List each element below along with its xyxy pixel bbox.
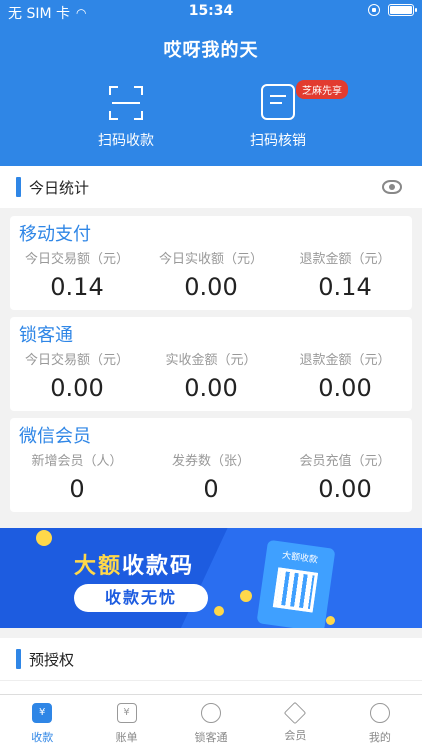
user-icon <box>369 703 390 723</box>
card-title: 微信会员 <box>19 426 91 447</box>
coin-icon <box>36 530 52 546</box>
sesame-badge: 芝麻先享 <box>296 80 348 99</box>
stat-value: 0.00 <box>184 374 238 402</box>
stat-label: 发券数（张） <box>171 454 250 469</box>
bill-icon: ¥ <box>116 703 137 723</box>
lock-customer-card[interactable]: 锁客通 今日交易额（元） 0.00 实收金额（元） 0.00 退款金额（元） 0.00 <box>10 317 412 411</box>
status-bar: 无 SIM 卡 ◠ 15:34 <box>0 0 422 24</box>
yuan-icon: ¥ <box>32 703 53 723</box>
coin-icon <box>240 590 252 602</box>
eye-icon[interactable] <box>382 180 402 194</box>
clock: 15:34 <box>188 3 234 19</box>
section-marker <box>16 649 21 669</box>
tab-label: 我的 <box>368 731 391 744</box>
stat-label: 今日交易额（元） <box>24 252 129 267</box>
tab-lock-customer[interactable]: 锁客通 <box>169 695 253 750</box>
scan-icon <box>109 86 143 120</box>
card-title: 锁客通 <box>19 325 73 346</box>
orientation-lock-icon <box>368 4 380 16</box>
stat-label: 会员充值（元） <box>299 454 391 469</box>
scan-verify-label: 扫码核销 <box>250 133 306 149</box>
tab-member[interactable]: 会员 <box>253 695 337 750</box>
tab-label: 锁客通 <box>194 731 228 744</box>
stat-label: 实收金额（元） <box>165 353 257 368</box>
scan-verify-button[interactable]: 芝麻先享 扫码核销 <box>208 80 348 150</box>
stat-value: 0 <box>69 475 85 503</box>
stat-value: 0.00 <box>184 273 238 301</box>
card-title: 移动支付 <box>19 224 91 245</box>
tab-label: 会员 <box>284 729 307 742</box>
stat-label: 今日实收额（元） <box>158 252 263 267</box>
tab-label: 收款 <box>31 731 54 744</box>
scan-collect-label: 扫码收款 <box>98 133 154 149</box>
stat-value: 0.00 <box>50 374 104 402</box>
drop-icon <box>201 703 222 723</box>
qr-card-label: 大额收款 <box>281 550 319 566</box>
preauth-title: 预授权 <box>29 650 75 669</box>
tab-mine[interactable]: 我的 <box>338 695 422 750</box>
stat-value: 0.00 <box>318 475 372 503</box>
banner-pill: 收款无忧 <box>74 584 208 612</box>
stat-value: 0 <box>203 475 219 503</box>
coin-icon <box>214 606 224 616</box>
qr-card-illustration: 大额收款 <box>256 539 336 628</box>
stat-value: 0.14 <box>50 273 104 301</box>
diamond-icon <box>284 701 307 725</box>
tab-bills[interactable]: ¥ 账单 <box>84 695 168 750</box>
today-stats-header: 今日统计 <box>0 166 422 208</box>
tab-label: 账单 <box>115 731 138 744</box>
wechat-member-card[interactable]: 微信会员 新增会员（人） 0 发券数（张） 0 会员充值（元） 0.00 <box>10 418 412 512</box>
stat-label: 退款金额（元） <box>299 252 391 267</box>
battery-icon <box>388 4 417 16</box>
scan-collect-button[interactable]: 扫码收款 <box>56 84 196 150</box>
stat-label: 退款金额（元） <box>299 353 391 368</box>
page-title: 哎呀我的天 <box>163 40 259 61</box>
section-marker <box>16 177 21 197</box>
ticket-icon <box>261 84 295 120</box>
today-stats-title: 今日统计 <box>29 178 90 197</box>
stat-label: 今日交易额（元） <box>24 353 129 368</box>
preauth-header[interactable]: 预授权 <box>0 638 422 680</box>
promo-banner[interactable]: 大额收款码 收款无忧 大额收款 <box>0 528 422 628</box>
banner-title: 大额收款码 <box>74 554 195 579</box>
mobile-pay-card[interactable]: 移动支付 今日交易额（元） 0.14 今日实收额（元） 0.00 退款金额（元） 0.… <box>10 216 412 310</box>
qr-code-icon <box>272 567 319 613</box>
stat-value: 0.00 <box>318 374 372 402</box>
coin-icon <box>326 616 335 625</box>
tab-collect[interactable]: ¥ 收款 <box>0 695 84 750</box>
stat-label: 新增会员（人） <box>31 454 123 469</box>
header-area: 无 SIM 卡 ◠ 15:34 哎呀我的天 扫码收款 芝麻先享 扫码核销 <box>0 0 422 166</box>
tab-bar: ¥ 收款 ¥ 账单 锁客通 会员 我的 <box>0 694 422 750</box>
stat-value: 0.14 <box>318 273 372 301</box>
